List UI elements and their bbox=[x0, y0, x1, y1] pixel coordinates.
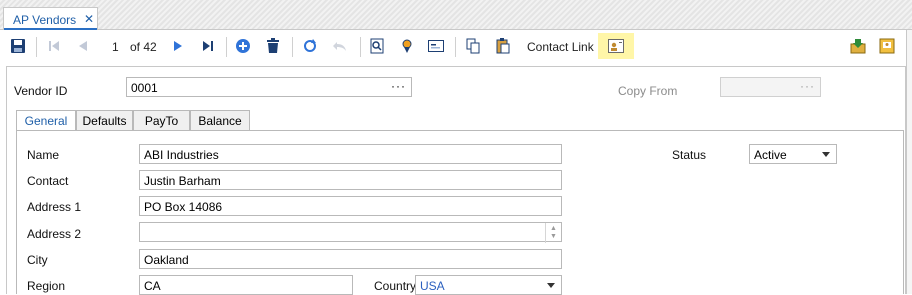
card-icon[interactable] bbox=[425, 35, 447, 57]
tab-payto[interactable]: PayTo bbox=[133, 110, 190, 131]
copy-from-label: Copy From bbox=[618, 84, 678, 98]
address1-label: Address 1 bbox=[27, 200, 82, 214]
record-position[interactable]: 1 bbox=[112, 40, 119, 54]
contact-value: Justin Barham bbox=[144, 174, 221, 188]
toolbar-separator bbox=[360, 37, 361, 57]
notes-icon[interactable] bbox=[876, 35, 898, 57]
last-record-icon[interactable] bbox=[197, 35, 219, 57]
document-tab-strip: AP Vendors ✕ bbox=[0, 0, 912, 31]
document-tab-ap-vendors[interactable]: AP Vendors ✕ bbox=[3, 7, 98, 31]
add-icon[interactable] bbox=[232, 35, 254, 57]
status-select[interactable]: Active bbox=[749, 144, 837, 164]
copy-icon[interactable] bbox=[462, 35, 484, 57]
paste-icon[interactable] bbox=[492, 35, 514, 57]
name-value: ABI Industries bbox=[144, 148, 219, 162]
country-label: Country bbox=[374, 279, 417, 293]
contact-field[interactable]: Justin Barham bbox=[139, 170, 562, 190]
toolbar-separator bbox=[36, 37, 37, 57]
document-tab-title: AP Vendors bbox=[13, 13, 77, 27]
address1-field[interactable]: PO Box 14086 bbox=[139, 196, 562, 216]
toolbar-separator bbox=[455, 37, 456, 57]
contact-label: Contact bbox=[27, 174, 69, 188]
save-icon[interactable] bbox=[7, 35, 29, 57]
name-field[interactable]: ABI Industries bbox=[139, 144, 562, 164]
locate-icon[interactable] bbox=[396, 35, 418, 57]
refresh-icon[interactable] bbox=[299, 35, 321, 57]
next-record-icon[interactable] bbox=[167, 35, 189, 57]
right-edge-scrollbar[interactable] bbox=[906, 30, 912, 294]
status-label: Status bbox=[672, 148, 707, 162]
country-value: USA bbox=[420, 279, 445, 293]
copy-from-lookup-button[interactable]: ··· bbox=[800, 79, 815, 93]
tab-balance[interactable]: Balance bbox=[190, 110, 250, 131]
city-label: City bbox=[27, 253, 48, 267]
contact-link-icon[interactable] bbox=[605, 35, 627, 57]
toolbar-separator bbox=[226, 37, 227, 57]
country-select[interactable]: USA bbox=[415, 275, 562, 295]
address2-label: Address 2 bbox=[27, 227, 82, 241]
vendor-id-lookup-button[interactable]: ··· bbox=[391, 79, 406, 93]
status-value: Active bbox=[754, 148, 787, 162]
previous-record-icon[interactable] bbox=[72, 35, 94, 57]
city-value: Oakland bbox=[144, 253, 189, 267]
toolbar: 1 of 42 Contact Link bbox=[0, 30, 912, 63]
import-icon[interactable] bbox=[847, 35, 869, 57]
name-label: Name bbox=[27, 148, 60, 162]
chevron-down-icon bbox=[547, 283, 555, 288]
tab-defaults[interactable]: Defaults bbox=[76, 110, 133, 131]
address2-scroll-arrows[interactable]: ▲ ▼ bbox=[545, 223, 561, 243]
first-record-icon[interactable] bbox=[43, 35, 65, 57]
contact-link-button[interactable]: Contact Link bbox=[527, 40, 594, 54]
region-value: CA bbox=[144, 279, 161, 293]
address1-value: PO Box 14086 bbox=[144, 200, 223, 214]
record-total: of 42 bbox=[130, 40, 157, 54]
region-label: Region bbox=[27, 279, 66, 293]
vendor-id-field[interactable]: 0001 ··· bbox=[126, 77, 412, 97]
delete-icon[interactable] bbox=[262, 35, 284, 57]
search-icon[interactable] bbox=[366, 35, 388, 57]
tab-general[interactable]: General bbox=[16, 110, 76, 132]
close-tab-icon[interactable]: ✕ bbox=[84, 12, 94, 26]
chevron-down-icon bbox=[822, 152, 830, 157]
region-field[interactable]: CA bbox=[139, 275, 353, 295]
toolbar-separator bbox=[292, 37, 293, 57]
address2-field[interactable]: ▲ ▼ bbox=[139, 222, 562, 243]
city-field[interactable]: Oakland bbox=[139, 249, 562, 269]
vendor-id-label: Vendor ID bbox=[14, 84, 68, 98]
copy-from-field[interactable]: ··· bbox=[720, 77, 821, 97]
vendor-id-value: 0001 bbox=[131, 81, 158, 95]
undo-icon[interactable] bbox=[329, 35, 351, 57]
